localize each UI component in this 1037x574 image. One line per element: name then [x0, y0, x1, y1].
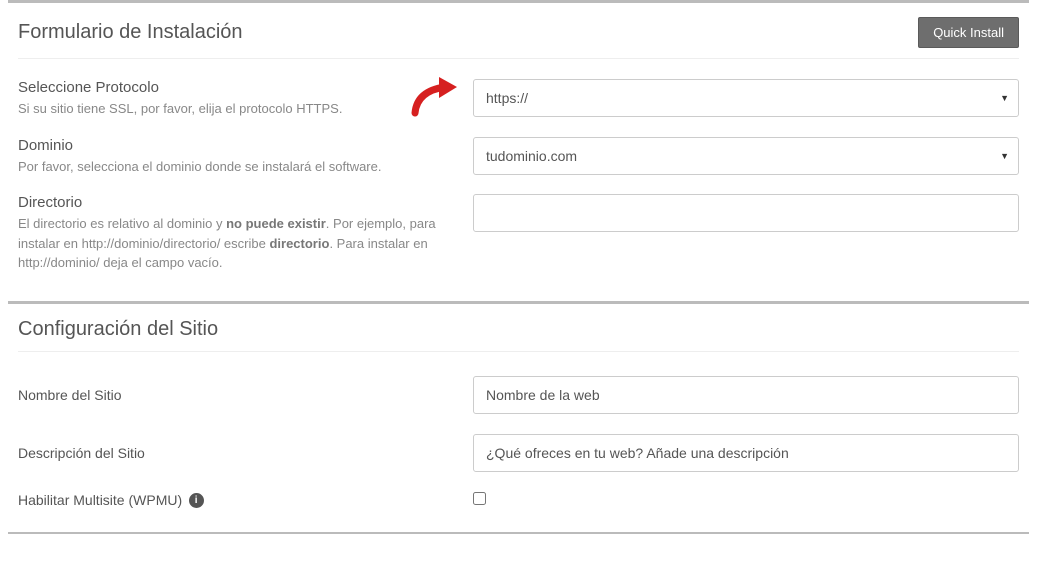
site-name-input[interactable]	[473, 376, 1019, 414]
multisite-row: Habilitar Multisite (WPMU) i	[18, 492, 1019, 510]
directory-help: El directorio es relativo al dominio y n…	[18, 214, 453, 273]
install-form-header: Formulario de Instalación Quick Install	[18, 3, 1019, 59]
protocol-help: Si su sitio tiene SSL, por favor, elija …	[18, 99, 453, 119]
directory-label: Directorio	[18, 194, 453, 211]
protocol-label: Seleccione Protocolo	[18, 79, 453, 96]
domain-help: Por favor, selecciona el dominio donde s…	[18, 157, 453, 177]
protocol-row: Seleccione Protocolo Si su sitio tiene S…	[18, 79, 1019, 119]
directory-help-bold2: directorio	[269, 236, 329, 251]
protocol-select[interactable]: https://	[473, 79, 1019, 117]
info-icon[interactable]: i	[189, 493, 204, 508]
directory-help-text: El directorio es relativo al dominio y	[18, 216, 226, 231]
directory-help-bold1: no puede existir	[226, 216, 326, 231]
install-form-title: Formulario de Instalación	[18, 21, 243, 44]
site-name-label: Nombre del Sitio	[18, 387, 453, 403]
install-form-section: Formulario de Instalación Quick Install …	[0, 3, 1037, 273]
domain-label: Dominio	[18, 137, 453, 154]
bottom-divider	[8, 532, 1029, 534]
site-config-section: Configuración del Sitio Nombre del Sitio…	[0, 304, 1037, 510]
site-desc-label: Descripción del Sitio	[18, 445, 453, 461]
directory-row: Directorio El directorio es relativo al …	[18, 194, 1019, 273]
site-config-title: Configuración del Sitio	[18, 318, 218, 341]
quick-install-button[interactable]: Quick Install	[918, 17, 1019, 48]
site-desc-row: Descripción del Sitio	[18, 434, 1019, 472]
site-desc-input[interactable]	[473, 434, 1019, 472]
multisite-checkbox[interactable]	[473, 492, 486, 505]
domain-row: Dominio Por favor, selecciona el dominio…	[18, 137, 1019, 177]
domain-select[interactable]: tudominio.com	[473, 137, 1019, 175]
site-config-header: Configuración del Sitio	[18, 304, 1019, 352]
directory-input[interactable]	[473, 194, 1019, 232]
site-name-row: Nombre del Sitio	[18, 376, 1019, 414]
multisite-label: Habilitar Multisite (WPMU)	[18, 492, 182, 508]
